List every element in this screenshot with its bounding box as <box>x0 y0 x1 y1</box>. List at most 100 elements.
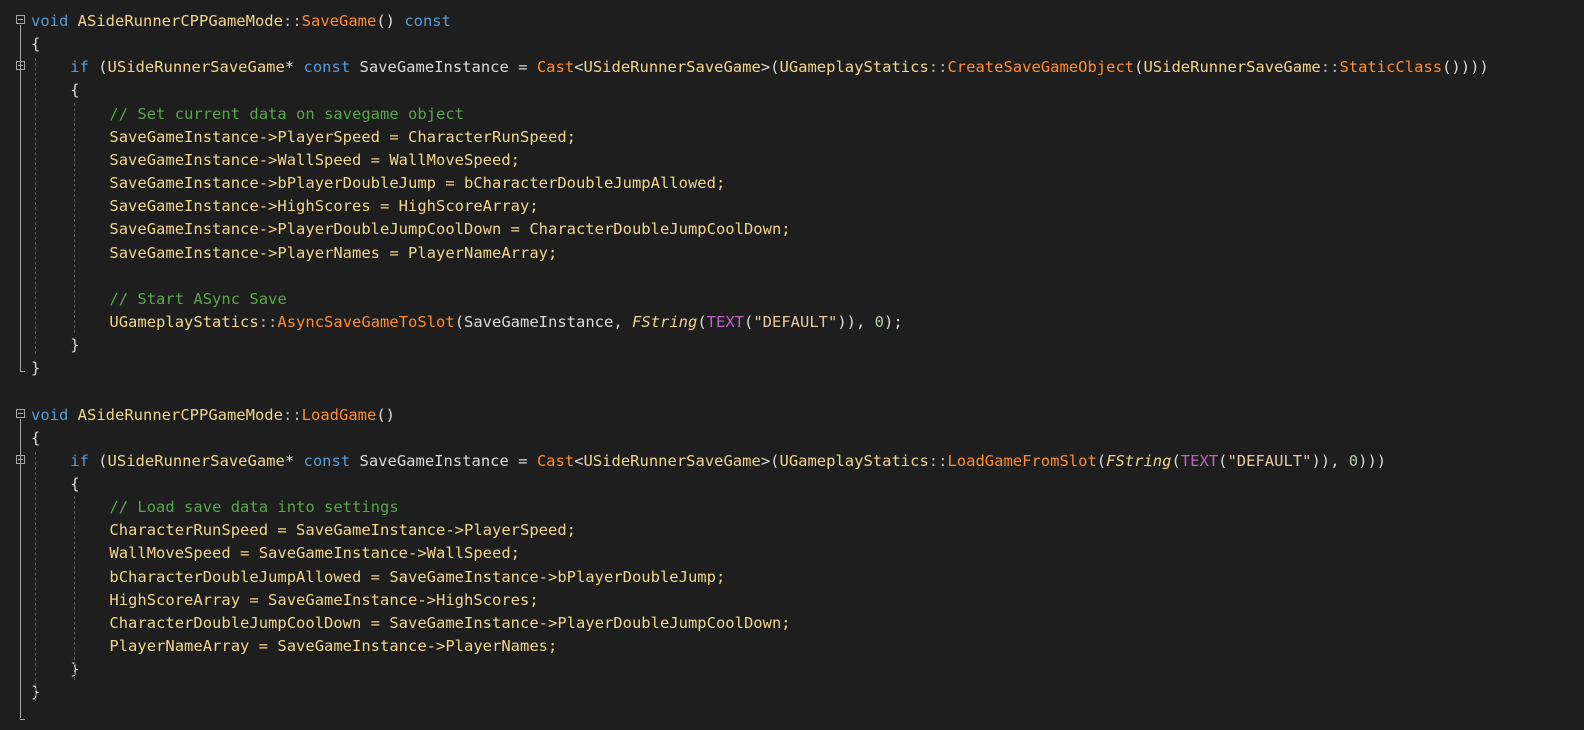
code-token: 0 <box>874 312 885 331</box>
code-token: UGameplayStatics <box>779 451 929 470</box>
code-text: // Start ASync Save <box>109 288 286 311</box>
code-token: ( <box>88 451 108 470</box>
code-token: () <box>376 405 395 424</box>
code-token: Cast <box>536 58 575 77</box>
code-line[interactable]: WallMoveSpeed = SaveGameInstance->WallSp… <box>0 542 1584 565</box>
code-token: 0 <box>1348 451 1359 470</box>
code-line[interactable]: SaveGameInstance->WallSpeed = WallMoveSp… <box>0 149 1584 172</box>
fold-outline <box>20 25 21 372</box>
code-text: SaveGameInstance->WallSpeed = WallMoveSp… <box>109 149 520 172</box>
code-line[interactable]: SaveGameInstance->PlayerSpeed = Characte… <box>0 126 1584 149</box>
code-token: )), <box>837 312 875 331</box>
code-line[interactable]: SaveGameInstance->bPlayerDoubleJump = bC… <box>0 172 1584 195</box>
code-line[interactable]: } <box>0 334 1584 357</box>
code-line[interactable]: PlayerNameArray = SaveGameInstance->Play… <box>0 635 1584 658</box>
code-token: >( <box>760 451 780 470</box>
code-text: HighScoreArray = SaveGameInstance->HighS… <box>109 589 538 612</box>
code-token: LoadGameFromSlot <box>947 451 1097 470</box>
code-line[interactable]: if (USideRunnerSaveGame* const SaveGameI… <box>0 450 1584 473</box>
code-token: * <box>284 451 304 470</box>
collapse-icon[interactable] <box>16 408 25 418</box>
code-token: const <box>303 451 351 470</box>
code-token: SaveGameInstance->PlayerDoubleJumpCoolDo… <box>109 220 791 239</box>
code-token: { <box>31 35 41 54</box>
code-token: { <box>70 81 80 100</box>
code-token: (SaveGameInstance, <box>454 312 632 331</box>
code-line[interactable]: SaveGameInstance->HighScores = HighScore… <box>0 195 1584 218</box>
code-text: if (USideRunnerSaveGame* const SaveGameI… <box>70 56 1489 79</box>
code-token: UGameplayStatics <box>779 58 929 77</box>
code-text: UGameplayStatics::AsyncSaveGameToSlot(Sa… <box>109 311 902 334</box>
code-line[interactable]: if (USideRunnerSaveGame* const SaveGameI… <box>0 56 1584 79</box>
code-token: ( <box>697 312 707 331</box>
code-token: TEXT <box>706 312 744 331</box>
code-text: CharacterRunSpeed = SaveGameInstance->Pl… <box>109 519 576 542</box>
code-line[interactable]: { <box>0 427 1584 450</box>
code-line[interactable]: // Load save data into settings <box>0 496 1584 519</box>
code-token: :: <box>1320 58 1340 77</box>
code-line[interactable] <box>0 380 1584 403</box>
code-line[interactable]: bCharacterDoubleJumpAllowed = SaveGameIn… <box>0 566 1584 589</box>
code-token: < <box>574 451 584 470</box>
code-text: bCharacterDoubleJumpAllowed = SaveGameIn… <box>109 566 725 589</box>
code-text: // Load save data into settings <box>109 496 398 519</box>
code-line[interactable]: void ASideRunnerCPPGameMode::SaveGame() … <box>0 10 1584 33</box>
code-text: { <box>31 427 40 450</box>
code-text: SaveGameInstance->PlayerSpeed = Characte… <box>109 126 576 149</box>
code-token: USideRunnerSaveGame <box>107 58 285 77</box>
code-token: USideRunnerSaveGame <box>1143 58 1321 77</box>
code-token: >( <box>760 58 780 77</box>
code-token: PlayerNameArray = SaveGameInstance->Play… <box>109 637 558 656</box>
code-token: USideRunnerSaveGame <box>107 451 285 470</box>
code-token: ()))) <box>1442 58 1489 77</box>
code-line[interactable]: CharacterDoubleJumpCoolDown = SaveGameIn… <box>0 612 1584 635</box>
code-line[interactable] <box>0 265 1584 288</box>
code-text: PlayerNameArray = SaveGameInstance->Play… <box>109 635 557 658</box>
code-line[interactable]: // Set current data on savegame object <box>0 103 1584 126</box>
code-token: { <box>31 428 41 447</box>
code-line[interactable]: HighScoreArray = SaveGameInstance->HighS… <box>0 589 1584 612</box>
code-line[interactable]: } <box>0 681 1584 704</box>
code-token: * <box>284 58 304 77</box>
code-token: SaveGameInstance->HighScores = HighScore… <box>109 197 539 216</box>
code-token: < <box>574 58 584 77</box>
code-token: // Load save data into settings <box>109 498 399 517</box>
code-token: void <box>31 405 69 424</box>
code-line[interactable]: UGameplayStatics::AsyncSaveGameToSlot(Sa… <box>0 311 1584 334</box>
code-token: CreateSaveGameObject <box>947 58 1135 77</box>
code-token: // Start ASync Save <box>109 289 287 308</box>
code-token: FString <box>1106 451 1172 470</box>
code-line[interactable]: SaveGameInstance->PlayerNames = PlayerNa… <box>0 242 1584 265</box>
code-token: LoadGame <box>301 405 377 424</box>
code-token: bCharacterDoubleJumpAllowed = SaveGameIn… <box>109 567 726 586</box>
code-token: ))) <box>1358 451 1387 470</box>
code-text: SaveGameInstance->bPlayerDoubleJump = bC… <box>109 172 725 195</box>
code-token: USideRunnerSaveGame <box>583 58 761 77</box>
code-token: ); <box>884 312 903 331</box>
code-text: // Set current data on savegame object <box>109 103 464 126</box>
indent-guide <box>74 496 75 681</box>
code-line[interactable]: { <box>0 33 1584 56</box>
code-line[interactable]: } <box>0 658 1584 681</box>
code-line[interactable]: } <box>0 357 1584 380</box>
code-token: ( <box>88 58 108 77</box>
code-token: CharacterDoubleJumpCoolDown = SaveGameIn… <box>109 613 791 632</box>
code-line[interactable]: SaveGameInstance->PlayerDoubleJumpCoolDo… <box>0 218 1584 241</box>
code-token: Cast <box>536 451 575 470</box>
code-text: if (USideRunnerSaveGame* const SaveGameI… <box>70 450 1386 473</box>
code-line[interactable]: // Start ASync Save <box>0 288 1584 311</box>
code-token: SaveGameInstance->WallSpeed = WallMoveSp… <box>109 150 520 169</box>
code-text: { <box>70 473 79 496</box>
code-line[interactable]: { <box>0 473 1584 496</box>
code-token: ASideRunnerCPPGameMode <box>77 12 283 30</box>
code-token: if <box>70 58 89 77</box>
code-line[interactable]: { <box>0 79 1584 102</box>
code-token: "DEFAULT" <box>1227 451 1312 470</box>
code-line[interactable]: void ASideRunnerCPPGameMode::LoadGame() <box>0 404 1584 427</box>
code-line[interactable]: CharacterRunSpeed = SaveGameInstance->Pl… <box>0 519 1584 542</box>
collapse-icon[interactable] <box>16 15 25 24</box>
indent-guide <box>35 451 36 702</box>
code-token: void <box>31 12 69 30</box>
code-text: } <box>31 357 40 380</box>
code-editor[interactable]: void ASideRunnerCPPGameMode::SaveGame() … <box>0 0 1584 730</box>
